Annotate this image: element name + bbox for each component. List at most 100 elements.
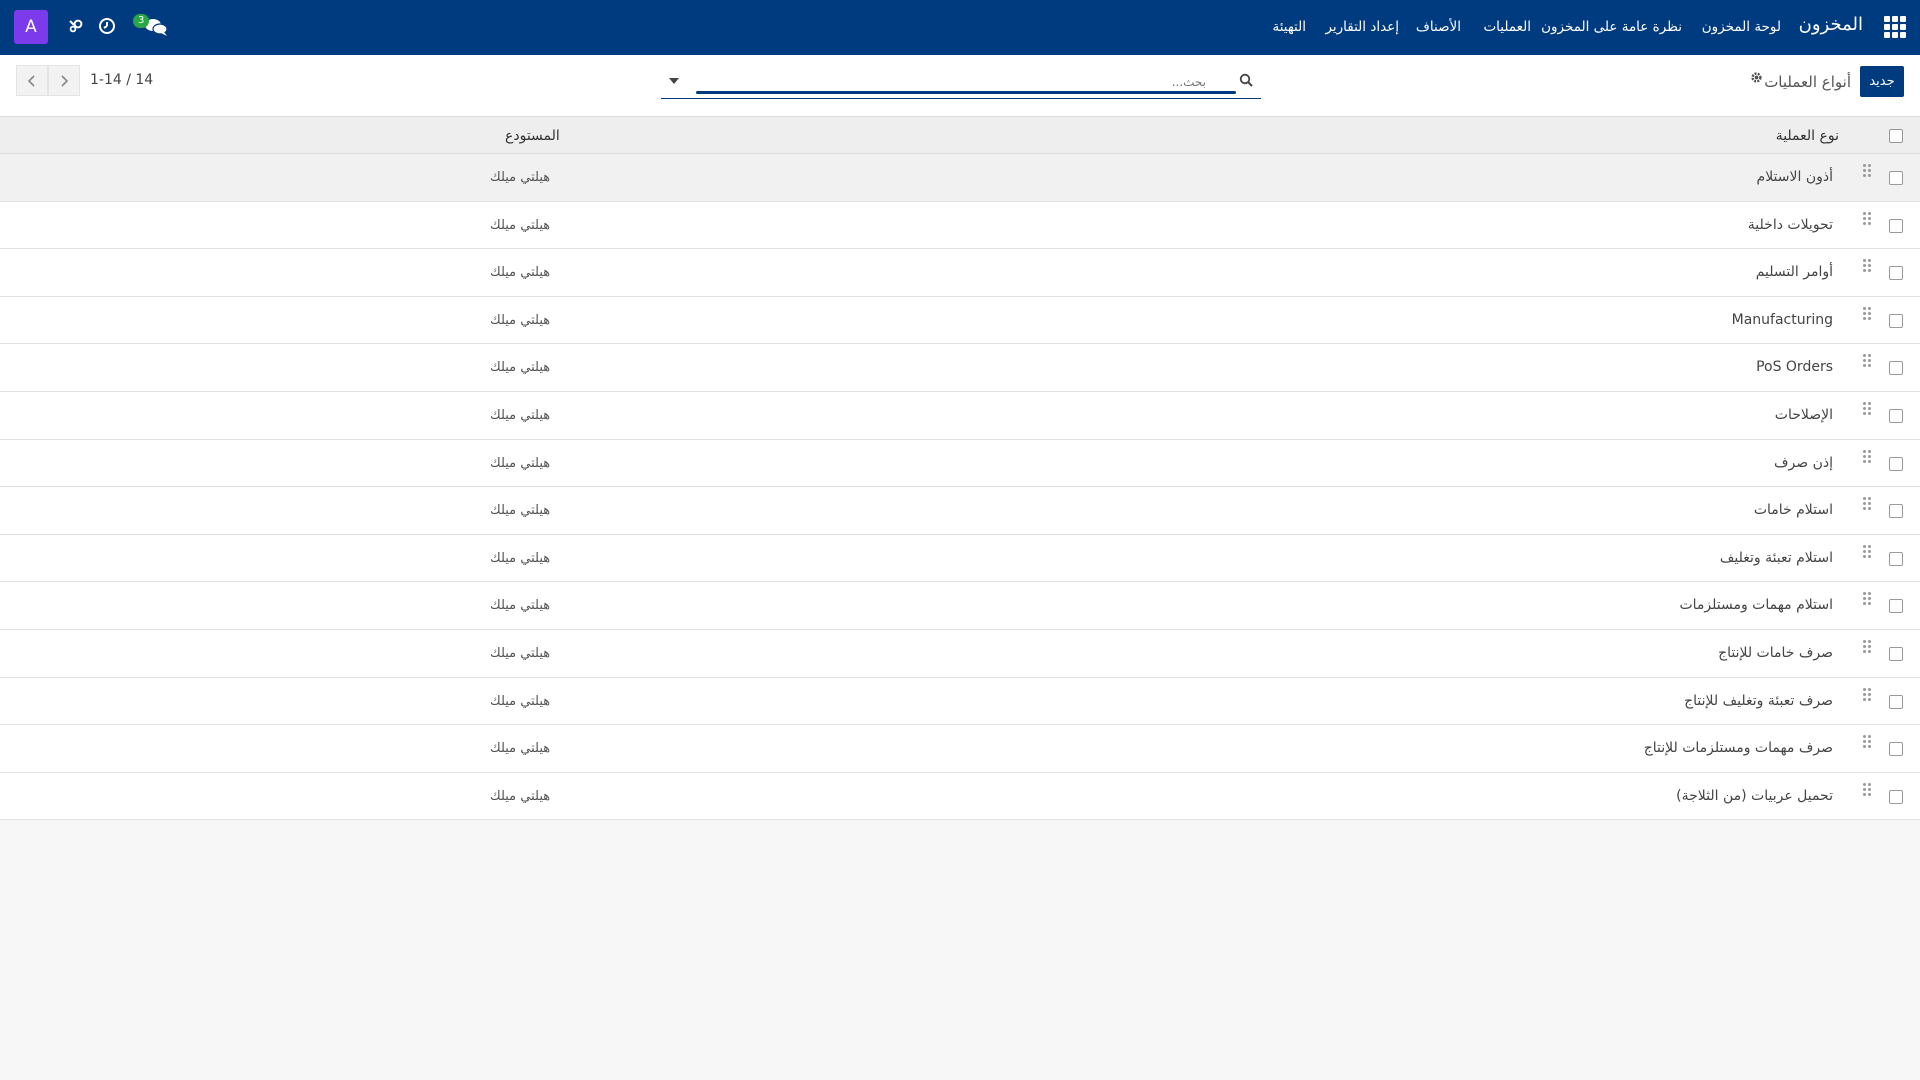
table-row[interactable]: صرف تعبئة وتغليف للإنتاج هيلتي ميلك <box>0 677 1920 726</box>
row-checkbox[interactable] <box>1889 742 1903 757</box>
cell-warehouse: هيلتي ميلك <box>490 360 551 376</box>
table-row[interactable]: استلام مهمات ومستلزمات هيلتي ميلك <box>0 582 1920 630</box>
search-input[interactable] <box>696 72 1206 92</box>
row-checkbox[interactable] <box>1889 171 1903 185</box>
row-checkbox[interactable] <box>1889 266 1903 281</box>
table-row[interactable]: Manufacturing هيلتي ميلك <box>0 296 1920 345</box>
table-row[interactable]: استلام تعبئة وتغليف هيلتي ميلك <box>0 534 1920 583</box>
menu-item-operations[interactable]: العمليات <box>1483 19 1531 35</box>
cell-warehouse: هيلتي ميلك <box>490 312 551 328</box>
tools-icon[interactable] <box>68 18 84 38</box>
cell-warehouse: هيلتي ميلك <box>490 598 551 614</box>
drag-handle-icon[interactable] <box>1863 735 1873 751</box>
row-checkbox[interactable] <box>1889 789 1903 804</box>
top-navbar: المخزون لوحة المخزون نظرة عامة على المخز… <box>0 0 1920 55</box>
row-checkbox[interactable] <box>1889 504 1903 519</box>
search-box <box>661 69 1261 99</box>
table-row[interactable]: PoS Orders هيلتي ميلك <box>0 344 1920 392</box>
drag-handle-icon[interactable] <box>1863 449 1873 466</box>
drag-handle-icon[interactable] <box>1863 259 1873 275</box>
table-row[interactable]: تحميل عربيات (من الثلاجة) هيلتي ميلك <box>0 772 1920 821</box>
cell-warehouse: هيلتي ميلك <box>490 407 551 423</box>
cell-warehouse: هيلتي ميلك <box>490 217 551 233</box>
drag-handle-icon[interactable] <box>1863 306 1873 323</box>
operation-types-list: نوع العملية المستودع أذون الاستلام هيلتي … <box>0 117 1920 821</box>
menu-item-dashboard[interactable]: لوحة المخزون <box>1702 19 1781 35</box>
row-checkbox[interactable] <box>1889 694 1903 709</box>
pager-previous-button[interactable] <box>16 65 48 96</box>
gear-icon[interactable] <box>1750 71 1763 88</box>
cell-warehouse: هيلتي ميلك <box>490 693 551 709</box>
row-checkbox[interactable] <box>1889 646 1903 661</box>
table-header: نوع العملية المستودع <box>0 117 1920 154</box>
control-panel: جديد أنواع العمليات 1-14 / 14 <box>0 55 1920 117</box>
drag-handle-icon[interactable] <box>1863 164 1873 180</box>
clock-icon[interactable] <box>98 17 116 39</box>
cell-operation-type: استلام مهمات ومستلزمات <box>1679 597 1833 614</box>
drag-handle-icon[interactable] <box>1863 497 1873 513</box>
table-row[interactable]: أوامر التسليم هيلتي ميلك <box>0 249 1920 297</box>
cell-operation-type: أوامر التسليم <box>1755 264 1833 281</box>
table-row[interactable]: صرف مهمات ومستلزمات للإنتاج هيلتي ميلك <box>0 725 1920 773</box>
search-options-caret-icon[interactable] <box>669 78 679 84</box>
cell-warehouse: هيلتي ميلك <box>490 265 551 281</box>
menu-item-configuration[interactable]: التهيئة <box>1272 19 1306 35</box>
cell-warehouse: هيلتي ميلك <box>490 645 551 661</box>
drag-handle-icon[interactable] <box>1863 401 1873 418</box>
messages-badge: 3 <box>133 14 150 28</box>
table-row[interactable]: الإصلاحات هيلتي ميلك <box>0 391 1920 440</box>
row-checkbox[interactable] <box>1889 599 1903 614</box>
pager-next-button[interactable] <box>48 65 80 96</box>
menu-item-reporting[interactable]: إعداد التقارير <box>1325 19 1399 35</box>
search-focus-bar <box>696 91 1236 94</box>
menu-item-products[interactable]: الأصناف <box>1416 19 1461 35</box>
cell-operation-type: استلام خامات <box>1753 502 1833 519</box>
drag-handle-icon[interactable] <box>1863 782 1873 799</box>
drag-handle-icon[interactable] <box>1863 211 1873 228</box>
cell-operation-type: Manufacturing <box>1731 311 1833 328</box>
drag-handle-icon[interactable] <box>1863 639 1873 656</box>
cell-warehouse: هيلتي ميلك <box>490 455 551 471</box>
new-button[interactable]: جديد <box>1860 66 1904 97</box>
row-checkbox[interactable] <box>1889 218 1903 233</box>
drag-handle-icon[interactable] <box>1863 544 1873 561</box>
table-row[interactable]: استلام خامات هيلتي ميلك <box>0 487 1920 535</box>
cell-warehouse: هيلتي ميلك <box>490 503 551 519</box>
cell-operation-type: PoS Orders <box>1756 359 1833 376</box>
cell-warehouse: هيلتي ميلك <box>490 741 551 757</box>
search-icon[interactable] <box>1239 73 1253 91</box>
cell-warehouse: هيلتي ميلك <box>490 170 551 185</box>
apps-grid-icon[interactable] <box>1884 16 1906 38</box>
select-all-checkbox[interactable] <box>1889 129 1903 143</box>
cell-operation-type: صرف تعبئة وتغليف للإنتاج <box>1684 692 1833 709</box>
cell-operation-type: صرف خامات للإنتاج <box>1718 644 1833 661</box>
cell-operation-type: صرف مهمات ومستلزمات للإنتاج <box>1643 740 1833 757</box>
user-avatar[interactable]: A <box>14 10 48 44</box>
pager-value[interactable]: 1-14 / 14 <box>90 72 153 88</box>
cell-warehouse: هيلتي ميلك <box>490 788 551 804</box>
cell-warehouse: هيلتي ميلك <box>490 550 551 566</box>
row-checkbox[interactable] <box>1889 361 1903 376</box>
table-row[interactable]: تحويلات داخلية هيلتي ميلك <box>0 201 1920 250</box>
row-checkbox[interactable] <box>1889 456 1903 471</box>
cell-operation-type: إذن صرف <box>1774 454 1833 471</box>
breadcrumb: أنواع العمليات <box>1764 73 1851 91</box>
column-header-warehouse[interactable]: المستودع <box>505 128 560 144</box>
app-brand[interactable]: المخزون <box>1799 14 1863 35</box>
column-header-operation-type[interactable]: نوع العملية <box>1776 128 1839 144</box>
drag-handle-icon[interactable] <box>1863 592 1873 608</box>
row-checkbox[interactable] <box>1889 408 1903 423</box>
drag-handle-icon[interactable] <box>1863 687 1873 704</box>
cell-operation-type: استلام تعبئة وتغليف <box>1719 549 1833 566</box>
cell-operation-type: تحويلات داخلية <box>1747 216 1833 233</box>
cell-operation-type: تحميل عربيات (من الثلاجة) <box>1676 787 1833 804</box>
table-row[interactable]: أذون الاستلام هيلتي ميلك <box>0 154 1920 202</box>
cell-operation-type: الإصلاحات <box>1774 406 1833 423</box>
table-row[interactable]: صرف خامات للإنتاج هيلتي ميلك <box>0 629 1920 678</box>
row-checkbox[interactable] <box>1889 551 1903 566</box>
cell-operation-type: أذون الاستلام <box>1756 169 1833 185</box>
menu-item-overview[interactable]: نظرة عامة على المخزون <box>1541 19 1682 35</box>
drag-handle-icon[interactable] <box>1863 354 1873 370</box>
row-checkbox[interactable] <box>1889 313 1903 328</box>
table-row[interactable]: إذن صرف هيلتي ميلك <box>0 439 1920 488</box>
